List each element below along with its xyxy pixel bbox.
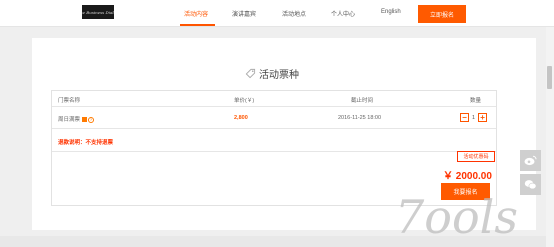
table-row: 周日满票? 2,800 2016-11-25 18:00 − 1 + xyxy=(52,107,496,129)
section-title: 活动票种 xyxy=(245,66,299,81)
ticket-name: 周日满票 xyxy=(58,117,81,123)
decrease-quantity-button[interactable]: − xyxy=(460,113,469,122)
nav-item-english[interactable]: English xyxy=(381,9,401,15)
ticket-name-cell: 周日满票? xyxy=(58,115,95,123)
active-tab-indicator xyxy=(180,24,215,26)
header-signup-button[interactable]: 立即报名 xyxy=(418,5,466,23)
column-header-quantity: 数量 xyxy=(470,98,482,104)
table-divider xyxy=(52,151,496,152)
ticket-tag-badge-icon xyxy=(82,117,88,123)
table-header: 门票名称 单价(￥) 截止时间 数量 xyxy=(52,91,496,107)
quantity-value: 1 xyxy=(472,114,476,121)
vertical-scrollbar[interactable] xyxy=(546,27,554,247)
column-header-ticket-name: 门票名称 xyxy=(58,98,81,104)
column-header-deadline: 截止时间 xyxy=(351,98,374,104)
total-price: ￥ 2000.00 xyxy=(443,171,492,182)
nav-item-personal-center[interactable]: 个人中心 xyxy=(331,9,355,18)
ticket-tag-icon xyxy=(245,68,256,79)
watermark-logo: 7ools xyxy=(395,190,518,244)
site-logo[interactable]: The Business Dialog xyxy=(82,5,114,19)
nav-item-activity-content[interactable]: 活动内容 xyxy=(184,9,208,18)
increase-quantity-button[interactable]: + xyxy=(478,113,488,122)
ticket-price: 2,800 xyxy=(234,115,248,121)
column-header-unit-price: 单价(￥) xyxy=(234,98,255,104)
section-title-text: 活动票种 xyxy=(259,70,299,81)
quantity-stepper: − 1 + xyxy=(460,113,488,122)
weibo-icon xyxy=(524,155,537,166)
nav-item-speakers[interactable]: 演讲嘉宾 xyxy=(232,9,256,18)
promo-code-button[interactable]: 活动优惠码 xyxy=(457,151,495,162)
nav-item-venue[interactable]: 活动地点 xyxy=(282,9,306,18)
top-navigation-bar: The Business Dialog 活动内容 演讲嘉宾 活动地点 个人中心 … xyxy=(0,0,554,27)
scrollbar-thumb[interactable] xyxy=(547,66,552,89)
watermark-text: 7ools xyxy=(395,190,518,244)
help-icon[interactable]: ? xyxy=(88,116,95,123)
ticket-deadline: 2016-11-25 18:00 xyxy=(338,115,382,121)
refund-policy-note: 退款说明：不支持退票 xyxy=(58,140,114,146)
weibo-share-button[interactable] xyxy=(520,150,541,171)
